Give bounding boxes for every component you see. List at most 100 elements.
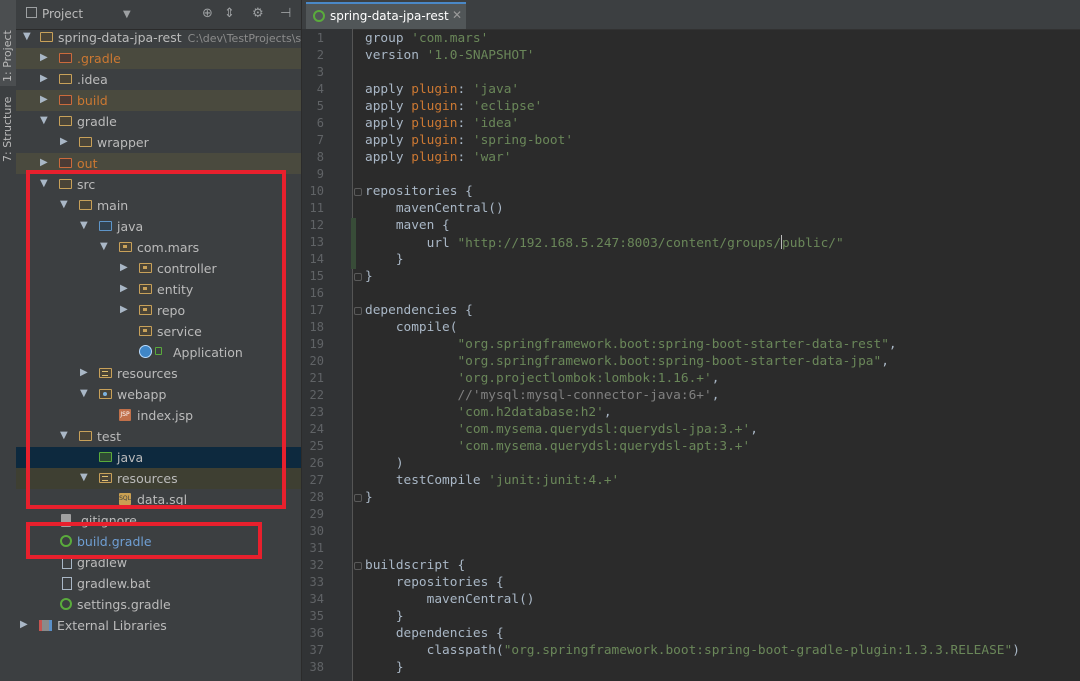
chevron-right-icon[interactable]: ▶ (120, 262, 130, 273)
tool-window-strip: 1: Project 7: Structure (0, 0, 17, 681)
fold-toggle-icon[interactable] (354, 307, 362, 315)
line-number: 16 (309, 286, 324, 300)
chevron-right-icon[interactable]: ▶ (80, 367, 90, 378)
tree-row-gradlew[interactable]: gradlew (16, 552, 301, 573)
line-number: 12 (309, 218, 324, 232)
code-line: url "http://192.168.5.247:8003/content/g… (365, 235, 844, 251)
tree-row-gradle[interactable]: ▼ gradle (16, 111, 301, 132)
tree-row-main-java[interactable]: ▼ java (16, 216, 301, 237)
project-tool-tab[interactable]: 1: Project (0, 0, 16, 86)
chevron-down-icon[interactable]: ▼ (60, 199, 70, 210)
chevron-down-icon[interactable]: ▼ (123, 9, 131, 20)
line-number: 38 (309, 660, 324, 674)
tree-row-wrapper[interactable]: ▶ wrapper (16, 132, 301, 153)
chevron-down-icon[interactable]: ▼ (80, 220, 90, 231)
gear-icon[interactable]: ⚙ (252, 6, 264, 21)
chevron-right-icon[interactable]: ▶ (40, 94, 50, 105)
chevron-down-icon[interactable]: ▼ (80, 472, 90, 483)
chevron-right-icon[interactable]: ▶ (40, 157, 50, 168)
chevron-down-icon[interactable]: ▼ (80, 388, 90, 399)
tree-row-main[interactable]: ▼ main (16, 195, 301, 216)
code-line: mavenCentral() (365, 592, 535, 607)
chevron-right-icon[interactable]: ▶ (120, 304, 130, 315)
tree-row-gradlew-bat[interactable]: gradlew.bat (16, 573, 301, 594)
line-number: 3 (316, 65, 324, 79)
fold-toggle-icon[interactable] (354, 562, 362, 570)
tree-root-label: spring-data-jpa-rest C:\dev\TestProjects\… (58, 30, 301, 45)
chevron-right-icon[interactable]: ▶ (20, 619, 30, 630)
code-string: 'com.mars' (411, 31, 489, 46)
tree-row-gitignore[interactable]: .gitignore (16, 510, 301, 531)
code-string: 'idea' (472, 116, 520, 131)
editor-tab-build-gradle[interactable]: spring-data-jpa-rest ✕ (306, 2, 466, 29)
tree-row-service[interactable]: service (16, 321, 301, 342)
hide-icon[interactable]: ⊣ (280, 6, 291, 21)
tree-root-path: C:\dev\TestProjects\s (187, 32, 301, 45)
chevron-right-icon[interactable]: ▶ (40, 52, 50, 63)
tree-row-entity[interactable]: ▶ entity (16, 279, 301, 300)
tree-row-com-mars[interactable]: ▼ com.mars (16, 237, 301, 258)
chevron-down-icon[interactable]: ▼ (60, 430, 70, 441)
tree-row-test[interactable]: ▼ test (16, 426, 301, 447)
chevron-right-icon[interactable]: ▶ (60, 136, 70, 147)
line-number: 4 (316, 82, 324, 96)
tree-row-external-libraries[interactable]: ▶ External Libraries (16, 615, 301, 636)
line-number: 29 (309, 507, 324, 521)
code-string: 'com.mysema.querydsl:querydsl-apt:3.+' (457, 439, 751, 454)
tree-row-src[interactable]: ▼ src (16, 174, 301, 195)
tree-row-test-resources[interactable]: ▼ resources (16, 468, 301, 489)
tree-row-build[interactable]: ▶ build (16, 90, 301, 111)
tree-item-label: com.mars (137, 240, 200, 255)
tree-row-application[interactable]: Application (16, 342, 301, 363)
tree-item-label: test (97, 429, 122, 444)
tree-row-gradle-dir[interactable]: ▶ .gradle (16, 48, 301, 69)
tree-row-repo[interactable]: ▶ repo (16, 300, 301, 321)
project-view-icon (26, 7, 37, 18)
structure-tool-tab[interactable]: 7: Structure (0, 92, 16, 172)
line-number: 30 (309, 524, 324, 538)
code-line: compile( (365, 320, 458, 335)
line-number: 37 (309, 643, 324, 657)
chevron-down-icon[interactable]: ▼ (100, 241, 110, 252)
line-number: 6 (316, 116, 324, 130)
tree-row-out[interactable]: ▶ out (16, 153, 301, 174)
chevron-down-icon[interactable]: ▼ (40, 178, 50, 189)
tree-item-label: settings.gradle (77, 597, 171, 612)
chevron-right-icon[interactable]: ▶ (40, 73, 50, 84)
code-line: apply plugin: 'java' (365, 82, 520, 97)
close-icon[interactable]: ✕ (452, 8, 462, 22)
tree-item-label: java (117, 219, 144, 234)
tree-row-main-resources[interactable]: ▶ resources (16, 363, 301, 384)
code-string: public/" (782, 236, 844, 251)
folder-icon (59, 53, 72, 63)
fold-toggle-icon[interactable] (354, 188, 362, 196)
code-string: 'com.h2database:h2' (457, 405, 604, 420)
code-line: ) (365, 456, 404, 471)
tree-row-controller[interactable]: ▶ controller (16, 258, 301, 279)
file-icon (62, 577, 72, 590)
line-number: 24 (309, 422, 324, 436)
tree-row-idea[interactable]: ▶ .idea (16, 69, 301, 90)
chevron-right-icon[interactable]: ▶ (120, 283, 130, 294)
tree-row-root[interactable]: ▼ spring-data-jpa-rest C:\dev\TestProject… (16, 27, 301, 48)
tree-row-test-java[interactable]: java (16, 447, 301, 468)
fold-toggle-icon[interactable] (354, 494, 362, 502)
tree-row-data-sql[interactable]: SQL data.sql (16, 489, 301, 510)
project-panel: Project ▼ ⊕ ⇕ ⚙ ⊣ ▼ spring-data-jpa-rest… (16, 0, 301, 681)
folder-icon (79, 137, 92, 147)
locate-icon[interactable]: ⊕ (202, 6, 213, 21)
code-editor[interactable]: group 'com.mars' version '1.0-SNAPSHOT' … (365, 29, 1080, 681)
tree-row-settings-gradle[interactable]: settings.gradle (16, 594, 301, 615)
code-line: 'org.projectlombok:lombok:1.16.+', (457, 371, 720, 386)
package-icon (139, 284, 152, 294)
tree-row-build-gradle[interactable]: build.gradle (16, 531, 301, 552)
project-view-selector[interactable]: Project (42, 7, 83, 21)
fold-toggle-icon[interactable] (354, 273, 362, 281)
tree-row-webapp[interactable]: ▼ webapp (16, 384, 301, 405)
chevron-down-icon[interactable]: ▼ (40, 115, 50, 126)
code-line: } (365, 269, 373, 284)
chevron-down-icon[interactable]: ▼ (23, 31, 33, 42)
tree-row-index-jsp[interactable]: JSP index.jsp (16, 405, 301, 426)
collapse-icon[interactable]: ⇕ (224, 6, 235, 21)
code-string: 'spring-boot' (472, 133, 574, 148)
